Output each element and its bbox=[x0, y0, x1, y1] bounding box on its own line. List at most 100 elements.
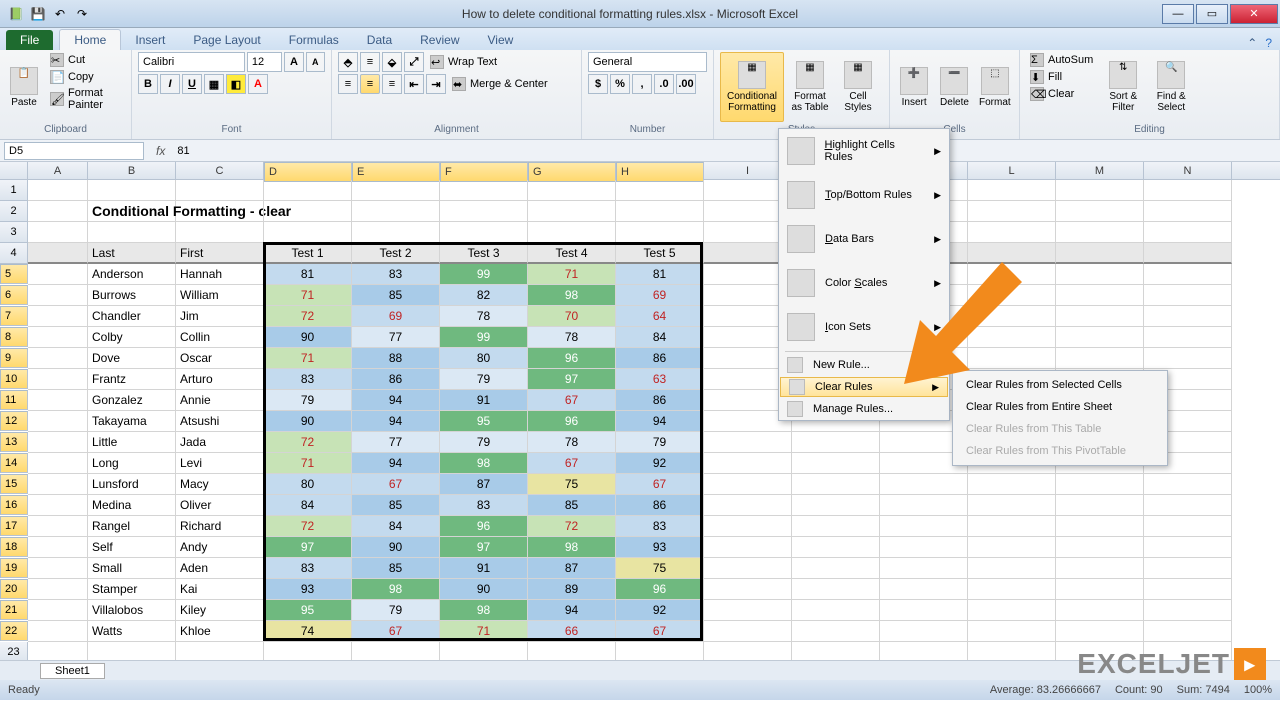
cell[interactable]: William bbox=[176, 285, 264, 306]
column-header[interactable]: C bbox=[176, 162, 264, 179]
cell[interactable]: 96 bbox=[440, 516, 528, 537]
row-header[interactable]: 1 bbox=[0, 180, 28, 201]
cell[interactable] bbox=[1144, 285, 1232, 306]
cell[interactable] bbox=[704, 432, 792, 453]
number-format-select[interactable]: General bbox=[588, 52, 707, 72]
cell[interactable]: 87 bbox=[528, 558, 616, 579]
cell[interactable]: 67 bbox=[352, 621, 440, 642]
cell[interactable]: 87 bbox=[440, 474, 528, 495]
cell[interactable]: 98 bbox=[440, 600, 528, 621]
cell[interactable] bbox=[176, 201, 264, 222]
tab-page-layout[interactable]: Page Layout bbox=[179, 30, 274, 50]
increase-decimal-button[interactable]: .0 bbox=[654, 74, 674, 94]
cell[interactable]: Villalobos bbox=[88, 600, 176, 621]
cell[interactable]: 79 bbox=[264, 390, 352, 411]
cell[interactable]: 98 bbox=[440, 453, 528, 474]
cell[interactable] bbox=[1056, 621, 1144, 642]
cell[interactable]: 77 bbox=[352, 432, 440, 453]
cell[interactable] bbox=[704, 453, 792, 474]
cell[interactable] bbox=[28, 390, 88, 411]
cell[interactable] bbox=[704, 474, 792, 495]
save-icon[interactable]: 💾 bbox=[28, 4, 48, 24]
align-left-button[interactable]: ≡ bbox=[338, 74, 358, 94]
file-tab[interactable]: File bbox=[6, 30, 53, 50]
decrease-indent-button[interactable]: ⇤ bbox=[404, 74, 424, 94]
cell[interactable]: 88 bbox=[352, 348, 440, 369]
cell[interactable]: 96 bbox=[528, 348, 616, 369]
cell[interactable] bbox=[704, 621, 792, 642]
cell[interactable]: 86 bbox=[616, 348, 704, 369]
cell[interactable]: Test 1 bbox=[264, 243, 352, 264]
cell[interactable] bbox=[968, 621, 1056, 642]
cell[interactable] bbox=[968, 495, 1056, 516]
cell[interactable]: 85 bbox=[352, 558, 440, 579]
cell[interactable] bbox=[352, 201, 440, 222]
row-header[interactable]: 8 bbox=[0, 327, 28, 347]
help-icon[interactable]: ? bbox=[1265, 36, 1272, 50]
cell-styles-button[interactable]: ▦Cell Styles bbox=[836, 52, 880, 122]
cell[interactable]: Dove bbox=[88, 348, 176, 369]
tab-data[interactable]: Data bbox=[353, 30, 406, 50]
cut-button[interactable]: ✂Cut bbox=[46, 52, 125, 68]
row-header[interactable]: 16 bbox=[0, 495, 28, 515]
cell[interactable]: 66 bbox=[528, 621, 616, 642]
cell[interactable] bbox=[1144, 327, 1232, 348]
cell[interactable] bbox=[792, 621, 880, 642]
cell[interactable]: 94 bbox=[352, 453, 440, 474]
cell[interactable]: 91 bbox=[440, 558, 528, 579]
cell[interactable] bbox=[1056, 600, 1144, 621]
align-top-button[interactable]: ⬘ bbox=[338, 52, 358, 72]
cell[interactable]: Medina bbox=[88, 495, 176, 516]
cell[interactable]: Hannah bbox=[176, 264, 264, 285]
cell[interactable] bbox=[1056, 474, 1144, 495]
cell[interactable] bbox=[704, 558, 792, 579]
row-header[interactable]: 22 bbox=[0, 621, 28, 641]
cell[interactable]: 85 bbox=[528, 495, 616, 516]
cell[interactable]: 96 bbox=[616, 579, 704, 600]
font-name-select[interactable]: Calibri bbox=[138, 52, 245, 72]
cell[interactable]: Gonzalez bbox=[88, 390, 176, 411]
cell[interactable]: Chandler bbox=[88, 306, 176, 327]
cell[interactable] bbox=[28, 621, 88, 642]
column-header[interactable]: G bbox=[528, 162, 616, 182]
font-color-button[interactable]: A bbox=[248, 74, 268, 94]
cell[interactable] bbox=[1056, 222, 1144, 243]
row-header[interactable]: 17 bbox=[0, 516, 28, 536]
row-header[interactable]: 4 bbox=[0, 243, 28, 264]
cell[interactable] bbox=[28, 516, 88, 537]
cell[interactable]: 75 bbox=[616, 558, 704, 579]
cell[interactable] bbox=[1144, 222, 1232, 243]
cell[interactable] bbox=[1056, 537, 1144, 558]
row-header[interactable]: 7 bbox=[0, 306, 28, 326]
cell[interactable]: 81 bbox=[264, 264, 352, 285]
cell[interactable] bbox=[1056, 558, 1144, 579]
cell[interactable] bbox=[440, 201, 528, 222]
cell[interactable] bbox=[264, 201, 352, 222]
cell[interactable]: 97 bbox=[440, 537, 528, 558]
cell[interactable] bbox=[1056, 180, 1144, 201]
column-header[interactable]: B bbox=[88, 162, 176, 179]
cell[interactable] bbox=[28, 453, 88, 474]
column-header[interactable]: F bbox=[440, 162, 528, 182]
cell[interactable] bbox=[616, 222, 704, 243]
cell[interactable] bbox=[880, 474, 968, 495]
formula-input[interactable]: 81 bbox=[173, 145, 1280, 157]
cell[interactable]: 95 bbox=[264, 600, 352, 621]
cell[interactable]: Small bbox=[88, 558, 176, 579]
tab-formulas[interactable]: Formulas bbox=[275, 30, 353, 50]
cell[interactable]: 84 bbox=[264, 495, 352, 516]
fill-button[interactable]: ⬇Fill bbox=[1026, 69, 1097, 85]
row-header[interactable]: 6 bbox=[0, 285, 28, 305]
cell[interactable] bbox=[704, 600, 792, 621]
cell[interactable]: 72 bbox=[264, 432, 352, 453]
cf-menu-item[interactable]: Data Bars▶ bbox=[779, 217, 949, 261]
percent-button[interactable]: % bbox=[610, 74, 630, 94]
cell[interactable] bbox=[1056, 327, 1144, 348]
cell[interactable] bbox=[968, 348, 1056, 369]
cell[interactable]: Jim bbox=[176, 306, 264, 327]
cell[interactable]: Kiley bbox=[176, 600, 264, 621]
cell[interactable]: 74 bbox=[264, 621, 352, 642]
cell[interactable]: 64 bbox=[616, 306, 704, 327]
cell[interactable]: 84 bbox=[352, 516, 440, 537]
cell[interactable]: 83 bbox=[352, 264, 440, 285]
